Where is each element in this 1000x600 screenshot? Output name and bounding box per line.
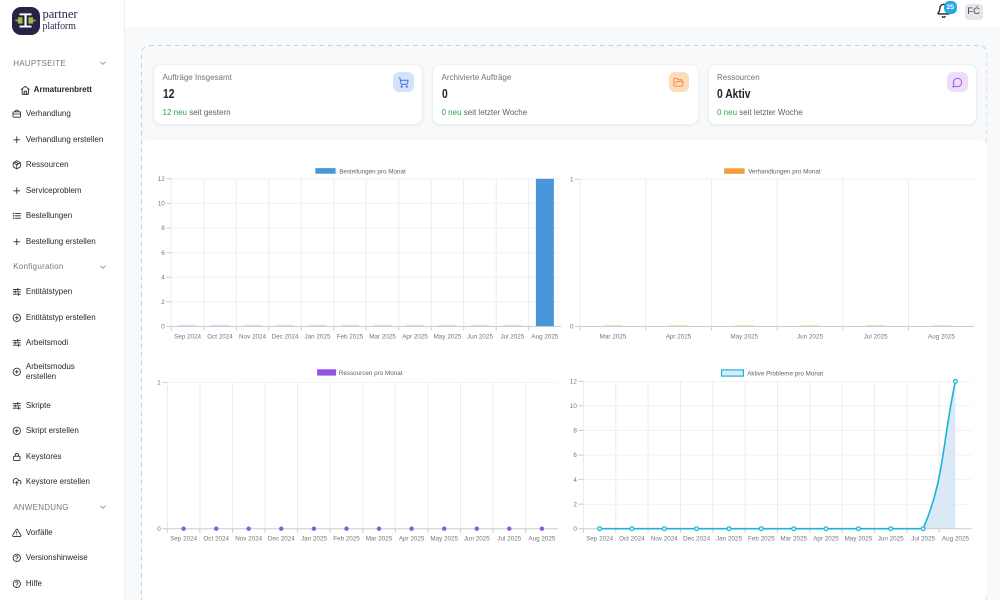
- svg-text:May 2025: May 2025: [434, 333, 462, 340]
- svg-text:0: 0: [573, 526, 577, 533]
- svg-text:Nov 2024: Nov 2024: [651, 535, 678, 542]
- svg-text:Jul 2025: Jul 2025: [497, 535, 521, 542]
- svg-text:Aug 2025: Aug 2025: [531, 333, 558, 340]
- svg-text:May 2025: May 2025: [430, 535, 458, 542]
- svg-text:Mar 2025: Mar 2025: [369, 333, 396, 340]
- svg-text:Jul 2025: Jul 2025: [500, 333, 524, 340]
- svg-text:12: 12: [570, 379, 578, 386]
- svg-text:Aug 2025: Aug 2025: [928, 333, 955, 340]
- svg-text:Feb 2025: Feb 2025: [333, 535, 360, 542]
- svg-text:8: 8: [573, 428, 577, 435]
- svg-text:Jan 2025: Jan 2025: [301, 535, 327, 542]
- svg-text:May 2025: May 2025: [730, 333, 758, 340]
- svg-text:Verhandlungen pro Monat: Verhandlungen pro Monat: [748, 169, 821, 176]
- svg-text:Nov 2024: Nov 2024: [239, 333, 266, 340]
- svg-text:0: 0: [570, 324, 574, 331]
- svg-text:Ressourcen pro Monat: Ressourcen pro Monat: [339, 370, 403, 377]
- svg-text:Oct 2024: Oct 2024: [619, 535, 645, 542]
- svg-text:Jul 2025: Jul 2025: [864, 333, 888, 340]
- svg-text:4: 4: [161, 275, 165, 282]
- svg-text:10: 10: [158, 201, 166, 208]
- svg-text:Sep 2024: Sep 2024: [170, 535, 197, 542]
- svg-text:Oct 2024: Oct 2024: [207, 333, 233, 340]
- svg-text:May 2025: May 2025: [845, 535, 873, 542]
- svg-text:Mar 2025: Mar 2025: [366, 535, 393, 542]
- svg-text:12: 12: [158, 176, 166, 183]
- svg-text:0: 0: [157, 526, 161, 533]
- svg-text:10: 10: [570, 403, 578, 410]
- svg-text:Dec 2024: Dec 2024: [268, 535, 295, 542]
- svg-text:6: 6: [161, 250, 165, 257]
- svg-text:Mar 2025: Mar 2025: [780, 535, 807, 542]
- svg-text:Apr 2025: Apr 2025: [402, 333, 428, 340]
- svg-text:6: 6: [573, 452, 577, 459]
- svg-text:Nov 2024: Nov 2024: [235, 535, 262, 542]
- svg-text:4: 4: [573, 477, 577, 484]
- svg-text:Jul 2025: Jul 2025: [911, 535, 935, 542]
- svg-text:Aktive Probleme pro Monat: Aktive Probleme pro Monat: [747, 370, 823, 377]
- svg-text:Jan 2025: Jan 2025: [716, 535, 742, 542]
- svg-text:2: 2: [161, 299, 165, 306]
- svg-text:0: 0: [161, 324, 165, 331]
- svg-text:Jun 2025: Jun 2025: [467, 333, 493, 340]
- svg-text:Bestellungen pro Monat: Bestellungen pro Monat: [339, 169, 406, 176]
- svg-text:Sep 2024: Sep 2024: [174, 333, 201, 340]
- svg-text:Dec 2024: Dec 2024: [272, 333, 299, 340]
- svg-text:Jan 2025: Jan 2025: [305, 333, 331, 340]
- svg-text:2: 2: [573, 501, 577, 508]
- svg-text:Apr 2025: Apr 2025: [813, 535, 839, 542]
- svg-text:Sep 2024: Sep 2024: [586, 535, 613, 542]
- svg-text:Feb 2025: Feb 2025: [748, 535, 775, 542]
- svg-text:Jun 2025: Jun 2025: [878, 535, 904, 542]
- svg-text:8: 8: [161, 225, 165, 232]
- svg-text:1: 1: [570, 177, 574, 184]
- svg-text:1: 1: [157, 380, 161, 387]
- svg-text:Aug 2025: Aug 2025: [942, 535, 969, 542]
- svg-text:Dec 2024: Dec 2024: [683, 535, 710, 542]
- svg-text:Aug 2025: Aug 2025: [528, 535, 555, 542]
- svg-text:Jun 2025: Jun 2025: [797, 333, 823, 340]
- svg-text:Oct 2024: Oct 2024: [203, 535, 229, 542]
- svg-text:Feb 2025: Feb 2025: [337, 333, 364, 340]
- svg-text:Apr 2025: Apr 2025: [399, 535, 425, 542]
- svg-text:Jun 2025: Jun 2025: [464, 535, 490, 542]
- svg-text:Apr 2025: Apr 2025: [666, 333, 692, 340]
- svg-text:Mar 2025: Mar 2025: [600, 333, 627, 340]
